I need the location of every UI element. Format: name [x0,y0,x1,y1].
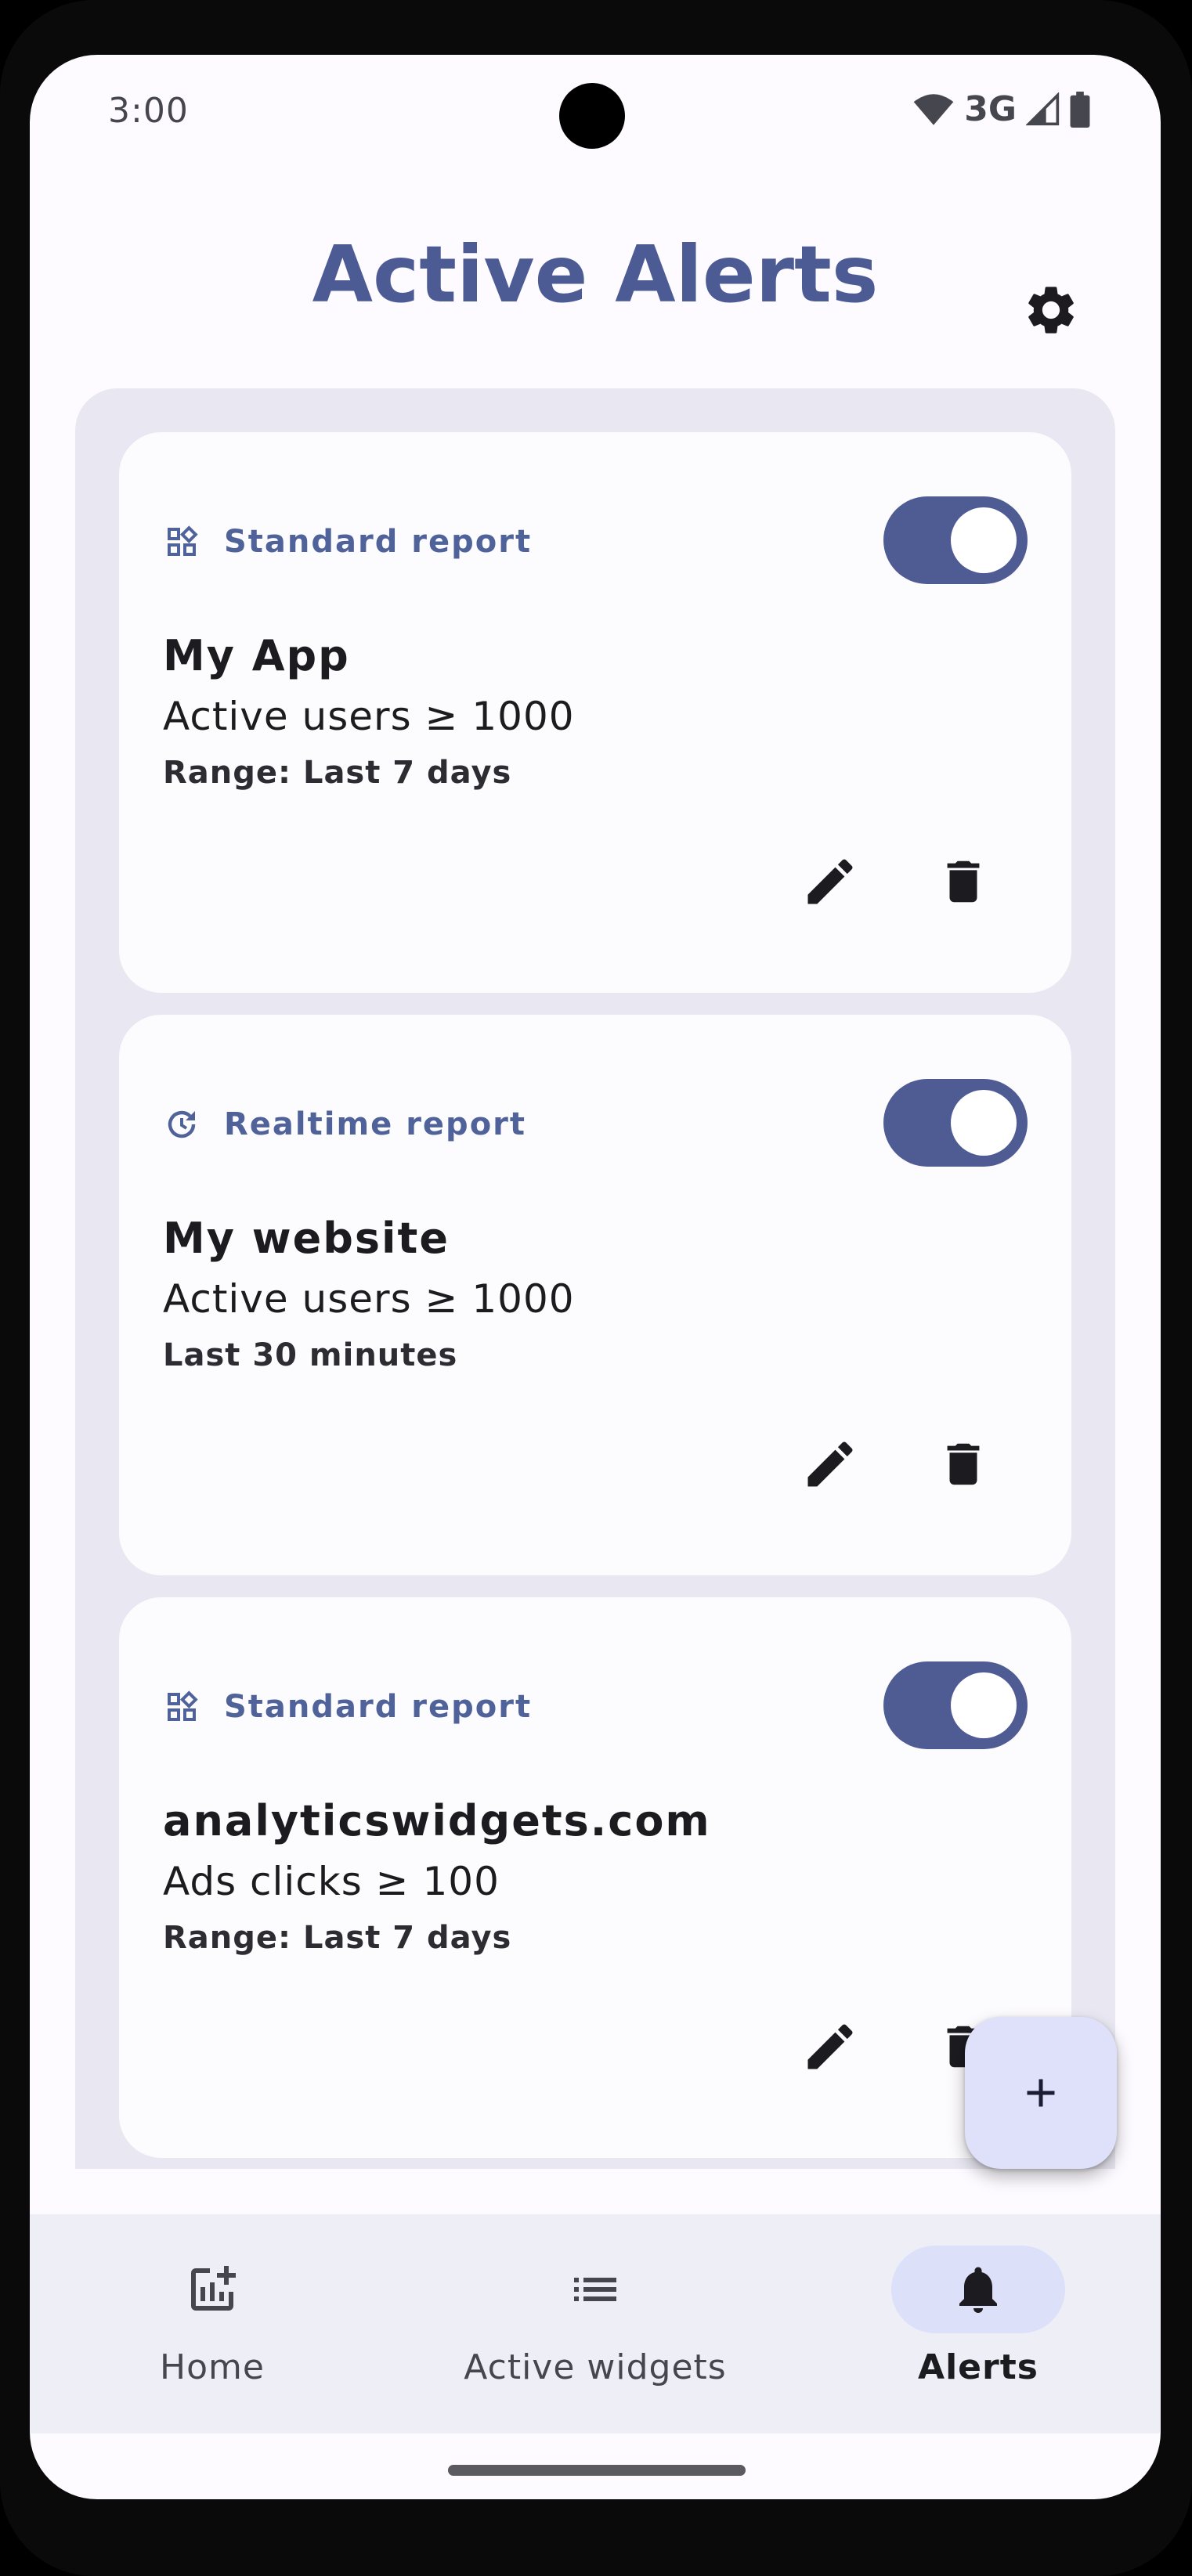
chart-add-icon [191,2266,236,2311]
alert-enabled-toggle[interactable] [883,1661,1028,1749]
network-type-label: 3G [964,89,1017,129]
alert-card: Standard report My App Active users ≥ 10… [119,432,1071,993]
device-frame: 3:00 3G Active Alerts Standard report My… [0,0,1192,2576]
alert-condition: Ads clicks ≥ 100 [163,1859,500,1904]
edit-alert-button[interactable] [799,1433,861,1495]
alert-range: Last 30 minutes [163,1337,458,1373]
pencil-icon [807,2024,853,2069]
alert-type-label: Standard report [224,524,533,560]
alert-enabled-toggle[interactable] [883,496,1028,584]
alert-enabled-toggle[interactable] [883,1079,1028,1167]
alert-type-row: Realtime report [163,1106,526,1143]
status-icons: 3G [912,89,1090,129]
nav-label-alerts: Alerts [918,2347,1038,2387]
alert-card: Standard report analyticswidgets.com Ads… [119,1597,1071,2158]
nav-pill [125,2246,299,2333]
alert-type-row: Standard report [163,523,532,561]
alert-type-label: Realtime report [224,1106,527,1142]
bottom-navigation: Home Active widgets Alerts [30,2214,1161,2433]
app-screen: 3:00 3G Active Alerts Standard report My… [30,55,1161,2499]
alert-property-name: My website [163,1214,450,1263]
trash-icon [947,1443,980,1485]
add-icon [1027,2079,1055,2107]
bell-icon [959,2267,997,2313]
cellular-signal-icon [1026,92,1060,127]
battery-icon [1070,91,1090,128]
alert-condition: Active users ≥ 1000 [163,1276,575,1322]
alert-type-label: Standard report [224,1689,533,1725]
trash-icon [947,860,980,903]
nav-pill-active [891,2246,1065,2333]
nav-label-active-widgets: Active widgets [464,2347,727,2387]
widgets-icon [168,1690,198,1721]
nav-item-home[interactable]: Home [56,2214,369,2433]
alert-property-name: analyticswidgets.com [163,1796,711,1845]
edit-alert-button[interactable] [799,850,861,913]
toggle-knob [951,507,1017,573]
nav-item-alerts[interactable]: Alerts [822,2214,1135,2433]
pencil-icon [807,1441,853,1487]
alert-property-name: My App [163,631,350,680]
toggle-knob [951,1090,1017,1156]
alert-range: Range: Last 7 days [163,755,512,791]
status-time: 3:00 [108,91,189,131]
delete-alert-button[interactable] [932,850,995,913]
gear-icon [1028,287,1074,334]
pencil-icon [807,859,853,904]
alerts-list[interactable]: Standard report My App Active users ≥ 10… [75,388,1115,2169]
add-alert-button[interactable] [965,2017,1117,2169]
realtime-icon [168,1110,196,1138]
home-indicator[interactable] [448,2465,746,2476]
nav-item-active-widgets[interactable]: Active widgets [439,2214,752,2433]
alert-type-row: Standard report [163,1688,532,1726]
edit-alert-button[interactable] [799,2015,861,2078]
settings-button[interactable] [1018,277,1084,343]
list-icon [574,2278,616,2301]
alert-card: Realtime report My website Active users … [119,1015,1071,1575]
page-title: Active Alerts [312,229,879,320]
wifi-icon [912,92,955,127]
alert-condition: Active users ≥ 1000 [163,694,575,739]
widgets-icon [168,525,198,556]
delete-alert-button[interactable] [932,1433,995,1495]
nav-label-home: Home [160,2347,265,2387]
toggle-knob [951,1672,1017,1738]
front-camera [559,83,625,149]
alert-range: Range: Last 7 days [163,1920,512,1956]
nav-pill [508,2246,682,2333]
